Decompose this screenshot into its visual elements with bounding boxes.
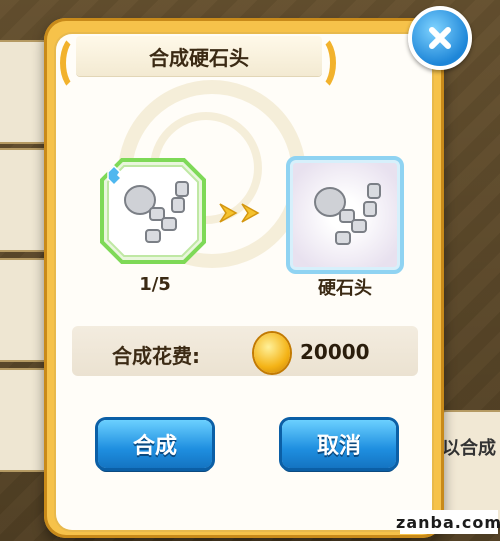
material-count: 1/5 — [139, 274, 171, 295]
stone-material-icon — [314, 183, 381, 245]
cost-value: 20000 — [300, 340, 370, 364]
cancel-button[interactable]: 取消 — [282, 420, 396, 468]
dialog-title: 合成硬石头 — [76, 36, 322, 76]
background-side-panel — [438, 410, 500, 524]
result-item-name: 硬石头 — [318, 278, 372, 299]
gold-coin-icon — [254, 333, 290, 373]
double-arrow-icon — [219, 203, 260, 223]
close-button[interactable] — [408, 6, 472, 70]
synthesize-button[interactable]: 合成 — [98, 420, 212, 468]
cost-label: 合成花费: — [112, 344, 200, 368]
site-watermark: zanba.com — [396, 510, 500, 534]
title-bracket-right — [302, 34, 336, 92]
source-material-slot[interactable] — [100, 158, 206, 264]
result-material-slot[interactable] — [286, 156, 404, 274]
close-icon — [429, 27, 451, 49]
background-partial-text: 以合成 — [442, 438, 496, 459]
